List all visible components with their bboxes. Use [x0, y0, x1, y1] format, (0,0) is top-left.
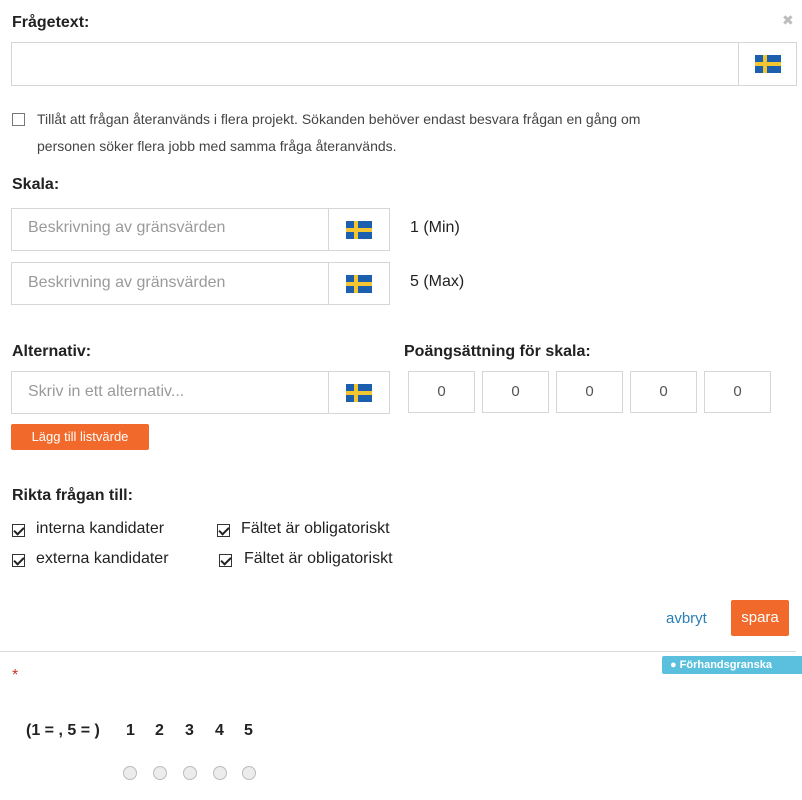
swedish-flag-icon	[346, 221, 372, 239]
internal-candidates-checkbox[interactable]	[12, 524, 25, 537]
reuse-question-checkbox[interactable]	[12, 113, 25, 126]
score-input-1[interactable]: 0	[408, 371, 475, 413]
cancel-link[interactable]: avbryt	[666, 610, 707, 627]
preview-radio-3[interactable]	[183, 766, 197, 780]
question-text-label: Frågetext:	[12, 14, 90, 31]
preview-number-5: 5	[244, 722, 253, 739]
internal-candidates-label: interna kandidater	[36, 520, 165, 537]
external-required-label: Fältet är obligatoriskt	[244, 550, 393, 567]
swedish-flag-icon	[346, 275, 372, 293]
score-input-3[interactable]: 0	[556, 371, 623, 413]
divider	[0, 651, 796, 652]
add-list-value-button[interactable]: Lägg till listvärde	[11, 424, 149, 450]
preview-badge[interactable]: ● Förhandsgranska	[662, 656, 802, 674]
eye-icon: ●	[670, 659, 677, 671]
preview-radio-2[interactable]	[153, 766, 167, 780]
preview-number-2: 2	[155, 722, 164, 739]
swedish-flag-icon	[346, 384, 372, 402]
score-input-2[interactable]: 0	[482, 371, 549, 413]
preview-number-1: 1	[126, 722, 135, 739]
close-icon[interactable]: ✖	[782, 12, 794, 29]
question-text-input[interactable]	[11, 42, 739, 86]
preview-number-3: 3	[185, 722, 194, 739]
scale-min-placeholder: Beskrivning av gränsvärden	[28, 219, 226, 236]
external-candidates-checkbox[interactable]	[12, 554, 25, 567]
scale-min-label: 1 (Min)	[410, 219, 460, 236]
external-candidates-label: externa kandidater	[36, 550, 169, 567]
internal-required-label: Fältet är obligatoriskt	[241, 520, 390, 537]
alternatives-label: Alternativ:	[12, 343, 92, 360]
scoring-label: Poängsättning för skala:	[404, 343, 591, 360]
alternative-placeholder: Skriv in ett alternativ...	[28, 383, 185, 400]
preview-badge-label: Förhandsgranska	[679, 659, 772, 671]
target-label: Rikta frågan till:	[12, 487, 133, 504]
score-input-4[interactable]: 0	[630, 371, 697, 413]
scale-label: Skala:	[12, 176, 60, 193]
reuse-question-text-line2: personen söker flera jobb med samma fråg…	[37, 138, 397, 154]
save-button[interactable]: spara	[731, 600, 789, 636]
reuse-question-text-line1: Tillåt att frågan återanvänds i flera pr…	[37, 111, 641, 127]
preview-radio-5[interactable]	[242, 766, 256, 780]
preview-scale-text: (1 = , 5 = )	[26, 722, 100, 739]
score-input-5[interactable]: 0	[704, 371, 771, 413]
internal-required-checkbox[interactable]	[217, 524, 230, 537]
preview-number-4: 4	[215, 722, 224, 739]
preview-radio-4[interactable]	[213, 766, 227, 780]
scale-max-placeholder: Beskrivning av gränsvärden	[28, 274, 226, 291]
preview-radio-1[interactable]	[123, 766, 137, 780]
required-marker: *	[12, 667, 19, 684]
external-required-checkbox[interactable]	[219, 554, 232, 567]
scale-max-label: 5 (Max)	[410, 273, 465, 290]
swedish-flag-icon	[755, 55, 781, 73]
